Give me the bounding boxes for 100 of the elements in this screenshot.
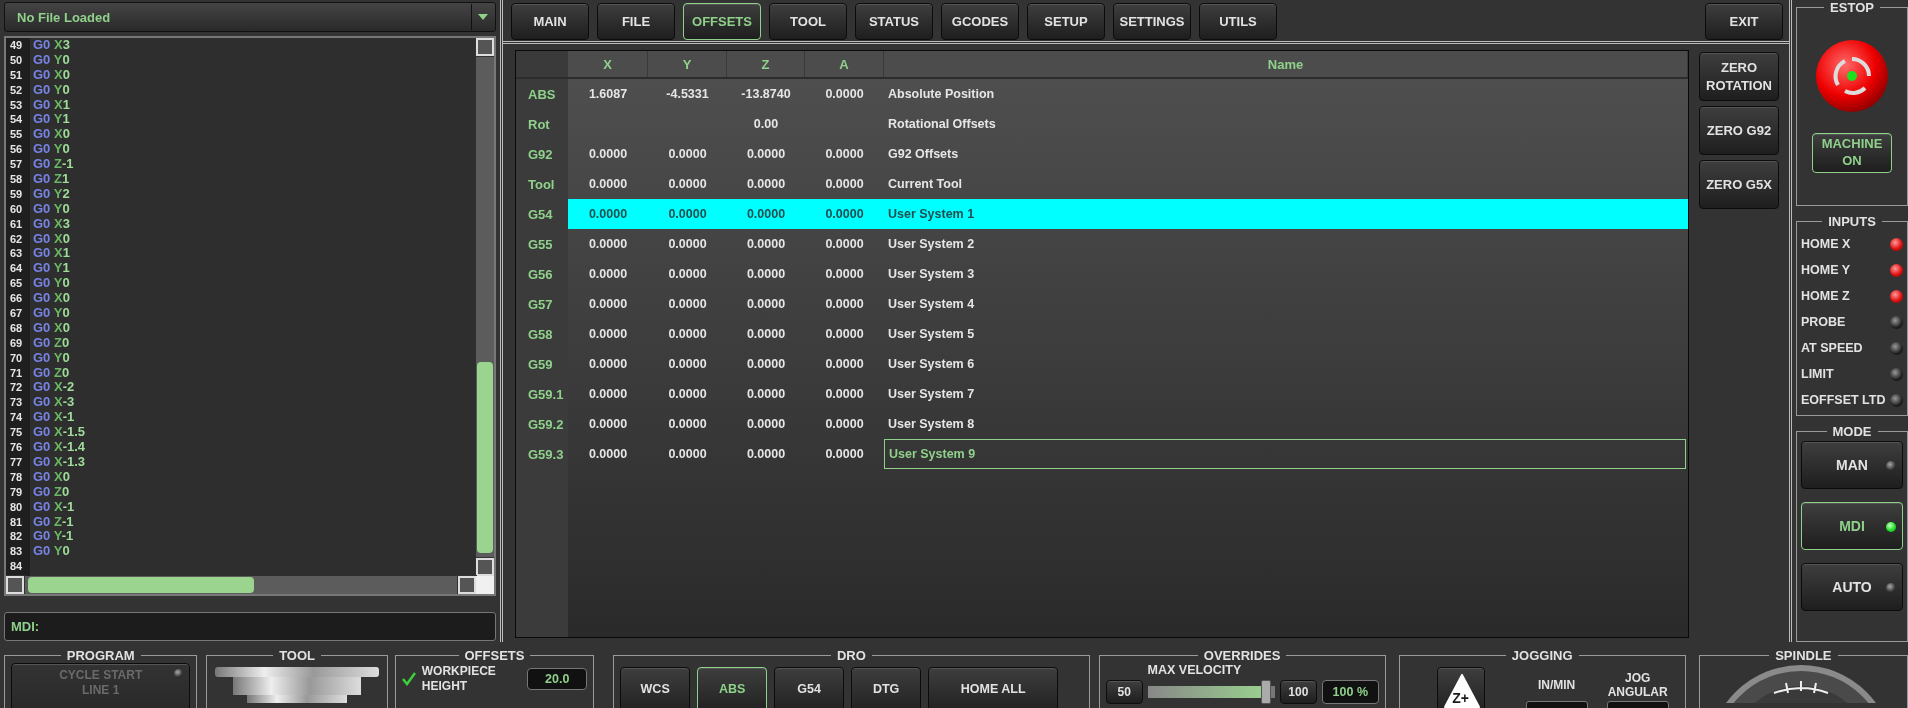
row-header: G92 <box>527 145 554 164</box>
jog-z-plus-button[interactable]: Z+ <box>1436 667 1485 708</box>
table-cell-text: User System 8 <box>887 416 976 433</box>
table-cell-text: 0.0000 <box>667 356 708 373</box>
table-cell-text: 0.0000 <box>587 356 629 373</box>
tab[interactable]: GCODES <box>941 3 1019 40</box>
table-row[interactable]: 0.0000 0.0000 0.0000 0.0000 User System 8 <box>568 409 1688 439</box>
table-cell-text: 0.0000 <box>667 266 708 283</box>
mode-button[interactable]: AUTO <box>1801 563 1903 611</box>
table-cell-text: 0.00 <box>752 116 780 133</box>
exit-button[interactable]: EXIT <box>1705 3 1783 40</box>
panel-title: ESTOP <box>1829 0 1875 15</box>
row-header: G59.3 <box>527 445 565 464</box>
table-cell-text: 0.0000 <box>824 206 865 223</box>
table-row[interactable]: 0.0000 0.0000 0.0000 0.0000 User System 9 <box>568 439 1688 469</box>
table-cell-text: 0.0000 <box>745 446 787 463</box>
column-header: A <box>805 51 884 77</box>
table-row[interactable]: 1.6087 -4.5331 -13.8740 0.0000 Absolute Position <box>568 79 1688 109</box>
code-line: G0 X-1.3 <box>32 454 86 470</box>
panel-title: PROGRAM <box>65 648 136 663</box>
line-number: 80 <box>9 499 24 515</box>
code-line: G0 Z-1 <box>32 514 74 530</box>
panel-title: TOOL <box>278 648 316 663</box>
code-line: G0 X0 <box>32 67 70 83</box>
table-row[interactable]: 0.0000 0.0000 0.0000 0.0000 User System 7 <box>568 379 1688 409</box>
code-line: G0 X0 <box>32 291 70 307</box>
slider-label: MAX VELOCITY <box>1146 663 1243 677</box>
table-cell-text: 0.0000 <box>745 236 787 253</box>
max-button[interactable]: 100 <box>1279 680 1317 704</box>
table-row[interactable]: 0.0000 0.0000 0.0000 0.0000 User System 5 <box>568 319 1688 349</box>
table-cell-text: 0.0000 <box>824 296 865 313</box>
line-number: 59 <box>9 186 24 202</box>
table-row[interactable]: 0.0000 0.0000 0.0000 0.0000 User System 4 <box>568 289 1688 319</box>
code-line: G0 Z0 <box>32 484 70 500</box>
table-row[interactable]: 0.0000 0.0000 0.0000 0.0000 User System 6 <box>568 349 1688 379</box>
table-cell-text: 0.0000 <box>667 296 708 313</box>
tab[interactable]: UTILS <box>1199 3 1277 40</box>
zero-button[interactable]: ZERO ROTATION <box>1699 52 1779 101</box>
table-cell-text: 0.0000 <box>587 176 629 193</box>
mdi-field[interactable]: MDI: <box>4 612 496 641</box>
table-cell-text: 0.0000 <box>824 416 865 433</box>
table-row[interactable]: 0.0000 0.0000 0.0000 0.0000 G92 Offsets <box>568 139 1688 169</box>
table-cell-text: 0.0000 <box>587 446 629 463</box>
line-number: 73 <box>9 395 24 411</box>
jog-angular-label: JOG ANGULAR <box>1606 670 1669 701</box>
tab[interactable]: STATUS <box>855 3 933 40</box>
checkbox[interactable] <box>401 672 416 686</box>
tab[interactable]: TOOL <box>769 3 847 40</box>
line-number: 72 <box>9 380 24 396</box>
code-line: G0 X3 <box>32 216 70 232</box>
input-label: EOFFSET LTD <box>1801 393 1886 407</box>
line-number: 81 <box>9 514 24 530</box>
table-row[interactable]: 0.0000 0.0000 0.0000 0.0000 User System 1 <box>568 199 1688 229</box>
table-row[interactable]: 0.0000 0.0000 0.0000 0.0000 User System 3 <box>568 259 1688 289</box>
code-line: G0 X-3 <box>32 395 75 411</box>
table-cell-text: 0.0000 <box>745 266 787 283</box>
dro-button[interactable]: WCS <box>620 667 691 708</box>
line-number: 74 <box>9 410 24 426</box>
table-cell-text: 0.0000 <box>587 266 629 283</box>
line-number: 79 <box>9 484 24 500</box>
line-number: 50 <box>9 52 24 68</box>
tab[interactable]: OFFSETS <box>683 3 761 40</box>
input-label: LIMIT <box>1801 367 1834 381</box>
tab[interactable]: MAIN <box>511 3 589 40</box>
panel-title: OVERRIDES <box>1202 648 1282 663</box>
workpiece-height-field[interactable]: 20.0 <box>527 668 588 690</box>
machine-on-button[interactable]: MACHINE ON <box>1812 133 1892 173</box>
zero-button[interactable]: ZERO G92 <box>1699 106 1779 155</box>
input-label: HOME X <box>1801 237 1851 251</box>
line-number: 57 <box>9 157 24 172</box>
line-number: 65 <box>9 276 24 292</box>
row-header: Tool <box>527 175 556 194</box>
code-line: G0 X0 <box>32 469 70 485</box>
file-selector[interactable]: No File Loaded <box>4 2 496 32</box>
table-cell-text: 0.0000 <box>667 326 708 343</box>
dro-button[interactable]: G54 <box>774 667 845 708</box>
dro-button[interactable]: DTG <box>851 667 922 708</box>
tab[interactable]: FILE <box>597 3 675 40</box>
emergency-stop-button[interactable] <box>1815 39 1889 113</box>
column-header: Z <box>727 51 805 77</box>
tab[interactable]: SETTINGS <box>1113 3 1191 40</box>
table-row[interactable]: 0.0000 0.0000 0.0000 0.0000 Current Tool <box>568 169 1688 199</box>
min-button[interactable]: 50 <box>1105 680 1143 704</box>
table-cell-text: 0.0000 <box>824 146 865 163</box>
mode-button[interactable]: MAN <box>1801 441 1903 489</box>
table-row[interactable]: 0.0000 0.0000 0.0000 0.0000 User System 2 <box>568 229 1688 259</box>
dro-button[interactable]: HOME ALL <box>928 667 1059 708</box>
tab[interactable]: SETUP <box>1027 3 1105 40</box>
table-cell-text: -13.8740 <box>740 86 792 103</box>
zero-button[interactable]: ZERO G5X <box>1699 160 1779 209</box>
mode-button[interactable]: MDI <box>1801 502 1903 550</box>
table-row[interactable]: 0.00 Rotational Offsets <box>568 109 1688 139</box>
row-header: G55 <box>527 235 554 254</box>
code-line: G0 Y1 <box>32 112 70 128</box>
table-cell-text: 0.0000 <box>824 86 865 103</box>
table-cell-text: 0.0000 <box>587 206 629 223</box>
row-header: G56 <box>527 265 554 284</box>
slider-thumb[interactable] <box>1261 680 1272 704</box>
velocity-reading: 100 % <box>1321 680 1379 704</box>
dro-button[interactable]: ABS <box>697 667 768 708</box>
